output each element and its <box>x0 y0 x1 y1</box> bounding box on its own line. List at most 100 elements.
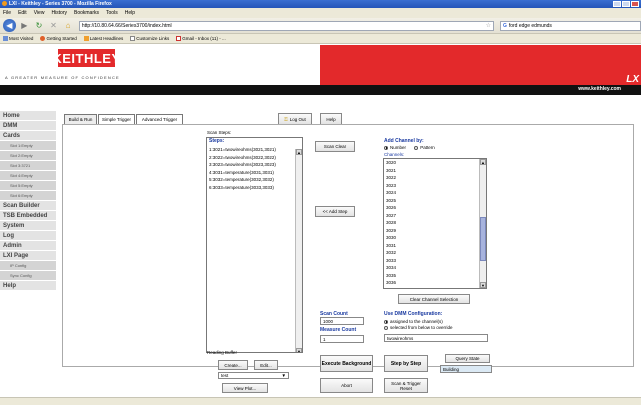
buffer-select[interactable]: test ▼ <box>218 372 289 379</box>
maximize-button[interactable] <box>622 1 630 7</box>
menu-edit[interactable]: Edit <box>18 10 27 16</box>
list-item[interactable]: 3020 <box>384 159 486 167</box>
scan-count-input[interactable]: 1000 <box>320 317 364 325</box>
menu-view[interactable]: View <box>34 10 45 16</box>
channels-listbox[interactable]: 3020 3021 3022 3023 3024 3025 3026 3027 … <box>383 158 487 289</box>
sidebar-item-scan-builder[interactable]: Scan Builder <box>0 201 56 211</box>
create-buffer-button[interactable]: Create... <box>218 360 248 370</box>
scroll-down-icon[interactable]: ▼ <box>480 282 486 288</box>
list-item[interactable]: 3030 <box>384 234 486 242</box>
list-item[interactable]: 3025 <box>384 197 486 205</box>
list-item[interactable]: 3023 <box>384 182 486 190</box>
sidebar-item-lxi-page[interactable]: LXI Page <box>0 251 56 261</box>
sidebar-item-log[interactable]: Log <box>0 231 56 241</box>
sidebar-item-slot-4[interactable]: Slot 4:Empty <box>0 171 56 181</box>
scan-trigger-reset-button[interactable]: Scan & Trigger Reset <box>384 378 428 393</box>
menu-tools[interactable]: Tools <box>106 10 118 16</box>
website-link[interactable]: www.keithley.com <box>578 86 621 92</box>
scan-clear-button[interactable]: Scan Clear <box>315 141 355 152</box>
list-item[interactable]: 3029 <box>384 227 486 235</box>
back-arrow-icon[interactable]: ◀ <box>3 19 16 32</box>
sidebar-item-sync-config[interactable]: Sync Config <box>0 271 56 281</box>
abort-button[interactable]: Abort <box>320 378 373 393</box>
list-item[interactable]: 3021 <box>384 167 486 175</box>
sidebar-item-slot-6[interactable]: Slot 6:Empty <box>0 191 56 201</box>
view-plot-button[interactable]: View Plot... <box>222 383 268 393</box>
sidebar-item-dmm[interactable]: DMM <box>0 121 56 131</box>
scroll-down-icon[interactable]: ▼ <box>296 348 302 352</box>
steps-scrollbar[interactable]: ▲ ▼ <box>295 149 302 352</box>
scan-steps-label: Scan Steps: <box>207 130 232 135</box>
list-item[interactable]: 3022 <box>384 174 486 182</box>
bookmark-gmail[interactable]: Gmail - Inbox (11) - ... <box>176 36 226 42</box>
dmm-config-select[interactable]: twowireohms <box>384 334 488 342</box>
list-item[interactable]: 3031 <box>384 242 486 250</box>
list-item[interactable]: 3028 <box>384 219 486 227</box>
sidebar-item-tsb-embedded[interactable]: TSB Embedded <box>0 211 56 221</box>
menu-history[interactable]: History <box>51 10 67 16</box>
bookmark-customize-links[interactable]: Customize Links <box>130 36 169 42</box>
query-state-button[interactable]: Query State <box>445 354 490 363</box>
measure-count-input[interactable]: 1 <box>320 335 364 343</box>
sidebar-item-slot-5[interactable]: Slot 5:Empty <box>0 181 56 191</box>
home-icon[interactable]: ⌂ <box>62 20 74 32</box>
execute-background-button[interactable]: Execute Background <box>320 355 373 372</box>
scroll-up-icon[interactable]: ▲ <box>296 149 302 155</box>
minimize-button[interactable] <box>613 1 621 7</box>
channels-scrollbar[interactable]: ▲ ▼ <box>479 159 486 288</box>
sidebar-item-admin[interactable]: Admin <box>0 241 56 251</box>
bookmark-most-visited[interactable]: Most Visited <box>3 36 33 42</box>
sidebar-item-ip-config[interactable]: IP Config <box>0 261 56 271</box>
menu-bookmarks[interactable]: Bookmarks <box>74 10 99 16</box>
bookmark-getting-started[interactable]: Getting Started <box>40 36 77 42</box>
reload-icon[interactable]: ↻ <box>33 20 45 32</box>
folder-icon <box>3 36 8 42</box>
add-step-button[interactable]: << Add Step <box>315 206 355 217</box>
sidebar-item-system[interactable]: System <box>0 221 56 231</box>
scroll-thumb[interactable] <box>480 217 486 261</box>
stop-icon[interactable]: ✕ <box>48 20 60 32</box>
list-item[interactable]: 3026 <box>384 204 486 212</box>
bookmark-star-icon[interactable]: ☆ <box>486 22 491 29</box>
bookmark-latest-headlines[interactable]: Latest Headlines <box>83 36 123 42</box>
dmm-config-assigned: assigned to the channel(s) <box>384 319 443 324</box>
google-icon[interactable]: G <box>503 23 507 29</box>
url-bar[interactable]: http://10.80.64.66/Series3700/index.html… <box>78 20 494 31</box>
list-item[interactable]: 3036 <box>384 279 486 287</box>
sidebar-item-help[interactable]: Help <box>0 281 56 291</box>
sidebar-item-slot-1[interactable]: Slot 1:Empty <box>0 141 56 151</box>
radio-override[interactable] <box>384 325 388 330</box>
list-item[interactable]: 3034 <box>384 264 486 272</box>
radio-assigned[interactable] <box>384 319 388 324</box>
list-item[interactable]: 1:3021=twowireohms(3021,3021) <box>207 146 302 154</box>
forward-arrow-icon[interactable]: ▶ <box>19 20 31 32</box>
list-item[interactable]: 3027 <box>384 212 486 220</box>
keithley-black-bar <box>0 85 641 95</box>
chevron-down-icon[interactable]: ▼ <box>282 373 286 378</box>
clear-channel-selection-button[interactable]: Clear Channel Selection <box>398 294 470 304</box>
sidebar-item-cards[interactable]: Cards <box>0 131 56 141</box>
scroll-up-icon[interactable]: ▲ <box>480 159 486 165</box>
radio-number[interactable] <box>384 145 388 150</box>
search-input[interactable]: G ford edge edmunds <box>499 20 641 31</box>
list-item[interactable]: 2:3022=twowireohms(3022,3022) <box>207 154 302 162</box>
list-item[interactable]: 3033 <box>384 257 486 265</box>
sidebar-item-home[interactable]: Home <box>0 111 56 121</box>
menu-help[interactable]: Help <box>125 10 135 16</box>
list-item[interactable]: 6:3033=temperature(3033,3033) <box>207 184 302 192</box>
sidebar-item-slot-3[interactable]: Slot 3:3721 <box>0 161 56 171</box>
list-item[interactable]: 3035 <box>384 272 486 280</box>
step-by-step-button[interactable]: Step by Step <box>384 355 428 372</box>
sidebar-item-slot-2[interactable]: Slot 2:Empty <box>0 151 56 161</box>
menu-file[interactable]: File <box>3 10 11 16</box>
list-item[interactable]: 3024 <box>384 189 486 197</box>
steps-listbox[interactable]: Steps: 1:3021=twowireohms(3021,3021) 2:3… <box>206 137 303 353</box>
close-button[interactable] <box>631 1 639 7</box>
list-item[interactable]: 4:3031=temperature(3031,3031) <box>207 169 302 177</box>
list-item[interactable]: 3:3023=twowireohms(3023,3023) <box>207 161 302 169</box>
radio-pattern[interactable] <box>414 145 419 150</box>
list-item[interactable]: 3032 <box>384 249 486 257</box>
list-item[interactable]: 5:3032=temperature(3032,3032) <box>207 176 302 184</box>
edit-buffer-button[interactable]: Edit... <box>254 360 278 370</box>
bookmarks-bar: Most Visited Getting Started Latest Head… <box>0 34 641 44</box>
